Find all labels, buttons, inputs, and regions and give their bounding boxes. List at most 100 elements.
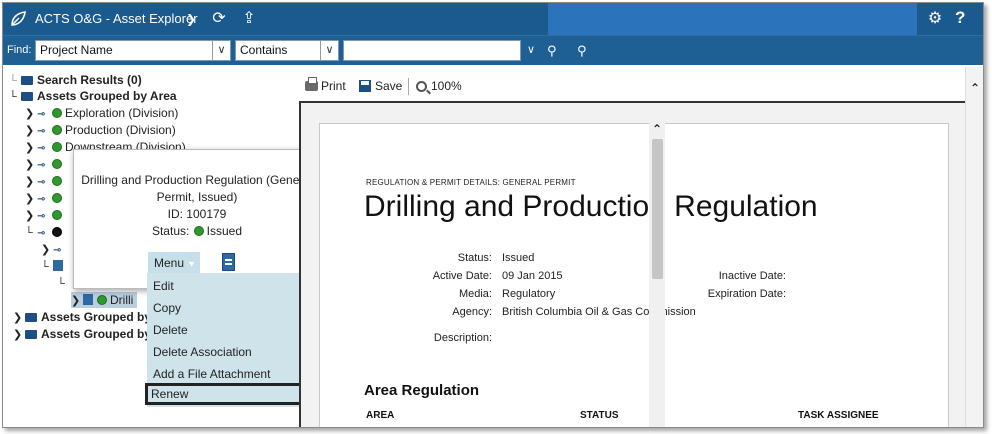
- menu-item-renew[interactable]: Renew: [145, 383, 320, 405]
- advanced-search-icon[interactable]: ⚲: [577, 43, 587, 59]
- upload-icon[interactable]: ⇪: [239, 9, 259, 29]
- folder-icon: [25, 330, 37, 339]
- scroll-up-icon[interactable]: ⌃: [652, 122, 662, 136]
- menu-item-delete-association[interactable]: Delete Association: [147, 341, 319, 363]
- context-menu: Edit Copy Delete Delete Association Add …: [145, 273, 320, 407]
- status-black-icon: [52, 227, 62, 237]
- column-header-task-assignee: TASK ASSIGNEE: [798, 410, 879, 421]
- chevron-down-icon[interactable]: ∨: [527, 43, 535, 56]
- tree-item-assets-group-b[interactable]: ❯ Assets Grouped by: [13, 309, 151, 325]
- org-chart-icon: ⊸: [53, 245, 62, 256]
- refresh-icon[interactable]: ⟳: [209, 9, 229, 29]
- status-green-icon: [52, 210, 62, 220]
- column-header-status: STATUS: [580, 410, 619, 421]
- menu-item-add-attachment[interactable]: Add a File Attachment: [147, 363, 319, 385]
- caret-down-icon: ▼: [187, 259, 196, 269]
- popup-id: ID: 100179: [167, 207, 227, 221]
- scroll-thumb[interactable]: [652, 139, 663, 279]
- find-bar: Find: Project Name ∨ Contains ∨ ∨ ⚲ ⚲: [3, 35, 983, 65]
- title-banner: [548, 3, 917, 35]
- asset-popup: × Drilling and Production Regulation (Ge…: [73, 149, 321, 289]
- status-green-icon: [52, 125, 62, 135]
- status-green-icon: [52, 159, 62, 169]
- status-green-icon: [193, 226, 204, 236]
- status-label: Status:: [457, 252, 492, 264]
- toolbar-divider: [408, 78, 409, 95]
- document-kicker: REGULATION & PERMIT DETAILS: GENERAL PER…: [366, 178, 576, 187]
- menu-item-delete[interactable]: Delete: [147, 319, 319, 341]
- leaf-logo-icon: [11, 11, 26, 26]
- expiration-date-label: Expiration Date:: [707, 288, 786, 300]
- org-chart-icon: ⊸: [37, 126, 46, 137]
- popup-title-line2: Permit, Issued): [156, 190, 238, 204]
- tree-item-division[interactable]: ❯ ⊸: [25, 190, 65, 206]
- menu-item-copy[interactable]: Copy: [147, 297, 319, 319]
- operator-select-value: Contains: [240, 43, 288, 57]
- scroll-up-icon[interactable]: ⌃: [970, 81, 980, 95]
- menu-button[interactable]: Menu ▼: [148, 252, 200, 274]
- org-chart-icon: ⊸: [37, 177, 46, 188]
- column-header-area: AREA: [366, 410, 395, 421]
- media-value: Regulatory: [502, 288, 556, 300]
- panel-scrollbar[interactable]: ⌃: [965, 67, 983, 427]
- notebook-icon[interactable]: [222, 253, 235, 271]
- menu-item-edit[interactable]: Edit: [147, 275, 319, 297]
- zoom-icon: [416, 81, 427, 92]
- tree-item-division[interactable]: ❯ ⊸: [25, 173, 65, 189]
- inactive-date-label: Inactive Date:: [718, 270, 786, 282]
- search-input[interactable]: [343, 40, 521, 61]
- folder-icon: [25, 313, 37, 322]
- tree-item-subdivision[interactable]: ❯ ⊸: [41, 241, 67, 257]
- tree-item-drilling-regulation[interactable]: ❯ Drilli: [71, 292, 138, 308]
- status-green-icon: [52, 193, 62, 203]
- popup-title-line1: Drilling and Production Regulation (Gene…: [81, 173, 313, 187]
- help-icon[interactable]: ?: [955, 8, 965, 28]
- document-viewer: REGULATION & PERMIT DETAILS: GENERAL PER…: [299, 101, 969, 427]
- find-label: Find:: [7, 44, 32, 56]
- agency-label: Agency:: [452, 306, 492, 318]
- tree-item-division-expanded[interactable]: └ ⊸: [25, 224, 65, 240]
- tree-item-search-results[interactable]: └ Search Results (0): [9, 72, 142, 88]
- zoom-button[interactable]: 100%: [416, 79, 462, 93]
- folder-icon: [21, 92, 33, 101]
- save-icon: [359, 80, 371, 92]
- gear-icon[interactable]: ⚙: [925, 9, 945, 29]
- org-chart-icon: ⊸: [37, 211, 46, 222]
- title-bar: ACTS O&G - Asset Explorer ❯ ⟳ ⇪ ⚙ ?: [3, 3, 983, 35]
- tree-item-exploration[interactable]: ❯ ⊸ Exploration (Division): [25, 105, 178, 121]
- org-chart-icon: ⊸: [37, 194, 46, 205]
- search-icon[interactable]: ⚲: [547, 43, 557, 59]
- field-select-value: Project Name: [40, 43, 113, 57]
- tree-item-division[interactable]: ❯ ⊸: [25, 207, 65, 223]
- tree-item-folder[interactable]: └: [57, 275, 69, 291]
- tree-item-folder[interactable]: └: [41, 258, 66, 274]
- tree-item-assets-by-area[interactable]: └ Assets Grouped by Area: [9, 88, 177, 104]
- active-date-value: 09 Jan 2015: [502, 270, 563, 282]
- document-title: Drilling and Production Regulation: [364, 190, 818, 223]
- chevron-down-icon[interactable]: ∨: [212, 41, 230, 60]
- app-title: ACTS O&G - Asset Explorer: [35, 11, 198, 26]
- active-date-label: Active Date:: [432, 270, 492, 282]
- print-button[interactable]: Print: [305, 77, 346, 93]
- popup-status: Status: Issued: [151, 224, 243, 238]
- chevron-down-icon[interactable]: ∨: [320, 41, 338, 60]
- area-regulation-heading: Area Regulation: [364, 382, 480, 399]
- status-green-icon: [52, 142, 62, 152]
- app-window: ACTS O&G - Asset Explorer ❯ ⟳ ⇪ ⚙ ? Find…: [2, 2, 984, 428]
- document-page: REGULATION & PERMIT DETAILS: GENERAL PER…: [319, 123, 949, 427]
- document-scrollbar[interactable]: ⌃: [649, 121, 665, 427]
- document-icon: [83, 294, 93, 305]
- media-label: Media:: [458, 288, 492, 300]
- tree-item-division[interactable]: ❯ ⊸: [25, 156, 65, 172]
- agency-value: British Columbia Oil & Gas Commission: [502, 306, 696, 318]
- operator-select[interactable]: Contains ∨: [235, 40, 339, 61]
- tree-item-production[interactable]: ❯ ⊸ Production (Division): [25, 122, 176, 138]
- field-select[interactable]: Project Name ∨: [35, 40, 231, 61]
- org-chart-icon: ⊸: [37, 160, 46, 171]
- tree-item-assets-group-c[interactable]: ❯ Assets Grouped by: [13, 326, 151, 342]
- save-button[interactable]: Save: [359, 79, 402, 93]
- chevron-down-icon[interactable]: ❯: [181, 9, 201, 29]
- org-chart-icon: ⊸: [37, 143, 46, 154]
- status-green-icon: [52, 176, 62, 186]
- document-icon: [53, 260, 63, 271]
